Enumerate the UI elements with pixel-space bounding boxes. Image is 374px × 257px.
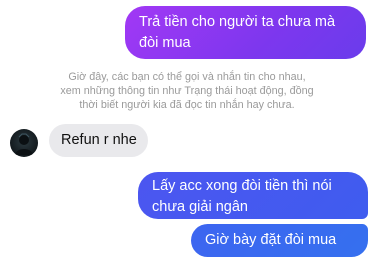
message-text-line: đòi mua — [139, 35, 191, 51]
notice-line: thời biết người kia đã đọc tin nhắn hay … — [79, 99, 295, 111]
avatar-image — [15, 133, 33, 155]
notice-line: Giờ đây, các bạn có thể gọi và nhắn tin … — [68, 71, 306, 83]
outgoing-message-bubble[interactable]: Trả tiền cho người ta chưa mà đòi mua — [125, 6, 366, 59]
message-text-line: Refun r nhe — [61, 132, 137, 148]
outgoing-message-bubble[interactable]: Giờ bày đặt đòi mua — [191, 224, 368, 257]
chat-connected-notice: Giờ đây, các bạn có thể gọi và nhắn tin … — [40, 70, 334, 112]
message-text-line: Giờ bày đặt đòi mua — [205, 232, 337, 248]
incoming-message-bubble[interactable]: Refun r nhe — [49, 124, 148, 157]
message-text-line: Trả tiền cho người ta chưa mà — [139, 14, 336, 30]
contact-avatar-icon[interactable] — [10, 129, 38, 157]
message-text-line: chưa giải ngân — [152, 199, 248, 215]
message-text-line: Lấy acc xong đòi tiền thì nói — [152, 178, 332, 194]
notice-line: xem những thông tin như Trạng thái hoạt … — [60, 85, 314, 97]
outgoing-message-bubble[interactable]: Lấy acc xong đòi tiền thì nói chưa giải … — [138, 172, 368, 219]
